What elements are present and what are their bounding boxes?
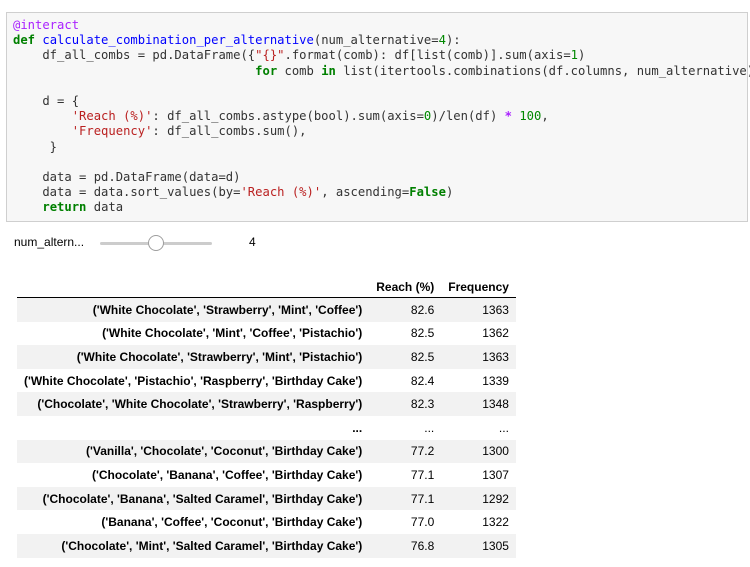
keyword-return: return — [42, 200, 87, 215]
code-text: , ascending= — [321, 185, 410, 200]
slider-handle[interactable] — [148, 235, 164, 251]
table-row: ('Chocolate', 'Banana', 'Salted Caramel'… — [17, 486, 516, 511]
operator-token: * — [504, 109, 512, 124]
function-name: calculate_combination_per_alternative — [42, 33, 314, 48]
code-editor[interactable]: @interact def calculate_combination_per_… — [7, 13, 750, 216]
slider-track[interactable] — [100, 235, 212, 251]
code-text: data — [86, 200, 124, 215]
keyword-in: in — [321, 63, 336, 78]
code-text: ) — [445, 185, 454, 200]
code-text: (num_alternative= — [313, 33, 439, 48]
keyword-def: def — [13, 33, 36, 48]
table-header-row: Reach (%) Frequency — [17, 276, 516, 298]
table-row: ......... — [17, 415, 516, 440]
slider-label: num_altern... — [14, 235, 85, 249]
index-cell: ('White Chocolate', 'Strawberry', 'Mint'… — [17, 345, 370, 369]
reach-cell: 77.2 — [369, 439, 442, 464]
index-cell: ('White Chocolate', 'Mint', 'Coffee', 'P… — [17, 321, 370, 346]
reach-cell: 76.8 — [369, 533, 442, 558]
column-header-reach: Reach (%) — [369, 276, 442, 298]
table-row: ('Chocolate', 'Banana', 'Coffee', 'Birth… — [17, 463, 516, 487]
table-row: ('Vanilla', 'Chocolate', 'Coconut', 'Bir… — [17, 439, 516, 464]
reach-cell: 82.3 — [369, 392, 442, 416]
index-header — [17, 276, 370, 298]
code-text: : df_all_combs.astype(bool).sum(axis= — [152, 109, 424, 124]
reach-cell: 77.1 — [369, 463, 442, 487]
code-text: } — [13, 139, 58, 154]
code-cell[interactable]: @interact def calculate_combination_per_… — [6, 12, 750, 222]
number-token: 1 — [570, 48, 579, 63]
table-row: ('Chocolate', 'Mint', 'Salted Caramel', … — [17, 533, 516, 558]
table-row: ('Banana', 'Coffee', 'Coconut', 'Birthda… — [17, 510, 516, 534]
frequency-cell: 1305 — [441, 533, 516, 558]
index-cell: ('Vanilla', 'Chocolate', 'Coconut', 'Bir… — [17, 439, 370, 464]
index-cell: ('White Chocolate', 'Pistachio', 'Raspbe… — [17, 368, 370, 393]
index-cell: ... — [17, 415, 370, 440]
table-row: ('White Chocolate', 'Mint', 'Coffee', 'P… — [17, 321, 516, 346]
frequency-cell: 1292 — [441, 486, 516, 511]
index-cell: ('Chocolate', 'Banana', 'Coffee', 'Birth… — [17, 463, 370, 487]
code-text: comb — [277, 63, 322, 78]
code-text: df_all_combs = pd.DataFrame({ — [13, 48, 256, 63]
code-text: ): — [445, 33, 461, 48]
code-text: data = pd.DataFrame(data=d) — [13, 170, 241, 185]
reach-cell: 82.6 — [369, 297, 442, 322]
dataframe-output: Reach (%) Frequency ('White Chocolate', … — [17, 276, 516, 558]
index-cell: ('White Chocolate', 'Strawberry', 'Mint'… — [17, 297, 370, 322]
number-token: 4 — [438, 33, 446, 48]
keyword-false: False — [409, 185, 446, 200]
reach-cell: 82.5 — [369, 321, 442, 346]
frequency-cell: 1363 — [441, 297, 516, 322]
frequency-cell: 1363 — [441, 345, 516, 369]
table-body: ('White Chocolate', 'Strawberry', 'Mint'… — [17, 297, 516, 558]
frequency-cell: 1300 — [441, 439, 516, 464]
code-text: list(itertools.combinations(df.columns, … — [335, 63, 750, 78]
reach-cell: 82.4 — [369, 368, 442, 393]
code-text: data = data.sort_values(by= — [13, 185, 241, 200]
index-cell: ('Chocolate', 'White Chocolate', 'Strawb… — [17, 392, 370, 416]
column-header-frequency: Frequency — [441, 276, 516, 298]
table-row: ('Chocolate', 'White Chocolate', 'Strawb… — [17, 392, 516, 416]
index-cell: ('Banana', 'Coffee', 'Coconut', 'Birthda… — [17, 510, 370, 534]
string-token: 'Reach (%)' — [71, 109, 153, 124]
table-row: ('White Chocolate', 'Strawberry', 'Mint'… — [17, 297, 516, 322]
slider-value: 4 — [249, 235, 256, 249]
string-token: "{}" — [255, 48, 285, 63]
table-row: ('White Chocolate', 'Strawberry', 'Mint'… — [17, 345, 516, 369]
reach-cell: ... — [369, 415, 442, 440]
code-text: .format(comb): df[list(comb)].sum(axis= — [284, 48, 571, 63]
frequency-cell: 1348 — [441, 392, 516, 416]
frequency-cell: ... — [441, 415, 516, 440]
code-text: ) — [578, 48, 586, 63]
frequency-cell: 1307 — [441, 463, 516, 487]
reach-cell: 77.0 — [369, 510, 442, 534]
reach-cell: 82.5 — [369, 345, 442, 369]
frequency-cell: 1339 — [441, 368, 516, 393]
index-cell: ('Chocolate', 'Banana', 'Salted Caramel'… — [17, 486, 370, 511]
code-text: : df_all_combs.sum(), — [152, 124, 307, 139]
frequency-cell: 1362 — [441, 321, 516, 346]
code-text: d = { — [13, 94, 80, 109]
string-token: 'Frequency' — [71, 124, 153, 139]
reach-cell: 77.1 — [369, 486, 442, 511]
decorator-token: @interact — [13, 18, 80, 32]
code-text: , — [541, 109, 549, 124]
keyword-for: for — [255, 63, 278, 78]
index-cell: ('Chocolate', 'Mint', 'Salted Caramel', … — [17, 533, 370, 558]
number-token: 100 — [519, 109, 542, 124]
code-text: )/len(df) — [431, 109, 505, 124]
string-token: 'Reach (%)' — [240, 185, 322, 200]
slider-widget: num_altern... 4 — [0, 230, 300, 254]
frequency-cell: 1322 — [441, 510, 516, 534]
table-row: ('White Chocolate', 'Pistachio', 'Raspbe… — [17, 368, 516, 393]
